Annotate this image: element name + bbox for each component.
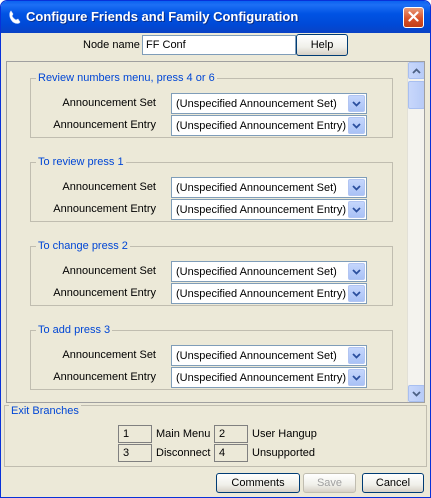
group-title: To review press 1 [36, 156, 126, 168]
announcement-set-select[interactable]: (Unspecified Announcement Set) [171, 261, 367, 282]
chevron-down-icon[interactable] [348, 95, 365, 112]
group-review-numbers-menu: Review numbers menu, press 4 or 6 Announ… [30, 72, 393, 138]
branch-number: 3 [118, 444, 152, 462]
chevron-down-icon[interactable] [348, 117, 365, 134]
node-name-label: Node name [83, 39, 140, 51]
select-value: (Unspecified Announcement Set) [176, 266, 337, 278]
branch-label: Disconnect [156, 447, 211, 459]
title-bar[interactable]: Configure Friends and Family Configurati… [1, 1, 430, 33]
select-value: (Unspecified Announcement Entry) [176, 288, 346, 300]
group-to-change: To change press 2 Announcement Set (Unsp… [30, 240, 393, 306]
announcement-entry-label: Announcement Entry [53, 203, 156, 215]
announcement-scroll-panel[interactable]: Review numbers menu, press 4 or 6 Announ… [6, 61, 425, 403]
announcement-entry-label: Announcement Entry [53, 371, 156, 383]
select-value: (Unspecified Announcement Entry) [176, 204, 346, 216]
group-to-review: To review press 1 Announcement Set (Unsp… [30, 156, 393, 222]
window-title: Configure Friends and Family Configurati… [26, 9, 299, 24]
select-value: (Unspecified Announcement Set) [176, 182, 337, 194]
branch-label: User Hangup [252, 428, 317, 440]
select-value: (Unspecified Announcement Set) [176, 350, 337, 362]
announcement-entry-select[interactable]: (Unspecified Announcement Entry) [171, 199, 367, 220]
branch-number: 1 [118, 425, 152, 443]
announcement-entry-select[interactable]: (Unspecified Announcement Entry) [171, 367, 367, 388]
cancel-button[interactable]: Cancel [362, 473, 424, 493]
branch-label: Main Menu [156, 428, 211, 440]
announcement-set-select[interactable]: (Unspecified Announcement Set) [171, 93, 367, 114]
group-to-add: To add press 3 Announcement Set (Unspeci… [30, 324, 393, 390]
announcement-set-select[interactable]: (Unspecified Announcement Set) [171, 177, 367, 198]
announcement-entry-select[interactable]: (Unspecified Announcement Entry) [171, 283, 367, 304]
branch-number: 4 [214, 444, 248, 462]
announcement-set-label: Announcement Set [62, 265, 156, 277]
announcement-set-label: Announcement Set [62, 181, 156, 193]
announcement-entry-label: Announcement Entry [53, 119, 156, 131]
chevron-down-icon [412, 388, 421, 400]
announcement-entry-select[interactable]: (Unspecified Announcement Entry) [171, 115, 367, 136]
save-button[interactable]: Save [303, 473, 356, 493]
node-name-row: Node name Help [1, 34, 430, 58]
node-name-input[interactable] [142, 35, 296, 55]
scroll-down-button[interactable] [408, 385, 424, 402]
chevron-up-icon [412, 65, 421, 77]
phone-icon [7, 9, 23, 25]
group-title: Review numbers menu, press 4 or 6 [36, 72, 217, 84]
close-button[interactable] [403, 7, 424, 28]
announcement-set-label: Announcement Set [62, 97, 156, 109]
chevron-down-icon[interactable] [348, 285, 365, 302]
exit-branches-title: Exit Branches [9, 405, 81, 417]
announcement-set-label: Announcement Set [62, 349, 156, 361]
group-title: To add press 3 [36, 324, 113, 336]
scroll-up-button[interactable] [408, 62, 424, 79]
branch-label: Unsupported [252, 447, 315, 459]
chevron-down-icon[interactable] [348, 347, 365, 364]
chevron-down-icon[interactable] [348, 369, 365, 386]
button-bar: Comments Save Cancel [1, 469, 430, 497]
help-button[interactable]: Help [296, 34, 348, 56]
branch-number: 2 [214, 425, 248, 443]
close-icon [408, 10, 419, 25]
exit-branches-panel: Exit Branches 1 Main Menu 2 User Hangup … [4, 405, 427, 467]
announcement-set-select[interactable]: (Unspecified Announcement Set) [171, 345, 367, 366]
dialog-window: Configure Friends and Family Configurati… [0, 0, 431, 498]
chevron-down-icon[interactable] [348, 179, 365, 196]
group-title: To change press 2 [36, 240, 130, 252]
scroll-thumb[interactable] [408, 81, 424, 109]
chevron-down-icon[interactable] [348, 201, 365, 218]
announcement-entry-label: Announcement Entry [53, 287, 156, 299]
vertical-scrollbar[interactable] [407, 62, 424, 402]
comments-button[interactable]: Comments [216, 473, 300, 493]
chevron-down-icon[interactable] [348, 263, 365, 280]
select-value: (Unspecified Announcement Entry) [176, 120, 346, 132]
select-value: (Unspecified Announcement Entry) [176, 372, 346, 384]
select-value: (Unspecified Announcement Set) [176, 98, 337, 110]
